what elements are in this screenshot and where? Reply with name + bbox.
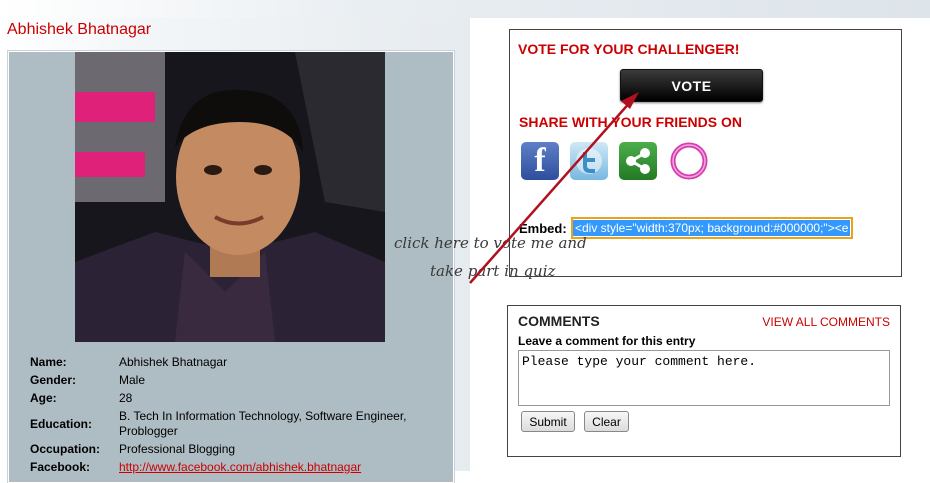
twitter-icon[interactable] [570, 142, 608, 180]
profile-details: Name: Abhishek Bhatnagar Gender: Male Ag… [30, 355, 430, 478]
comments-heading: COMMENTS [518, 313, 600, 329]
detail-label: Facebook: [30, 460, 91, 474]
facebook-icon[interactable]: f [521, 142, 559, 180]
view-all-comments-link[interactable]: VIEW ALL COMMENTS [762, 315, 890, 329]
detail-label: Education: [30, 416, 92, 431]
share-icon[interactable] [619, 142, 657, 180]
orkut-icon[interactable] [669, 141, 709, 181]
embed-code-text: <div style="width:370px; background:#000… [573, 220, 851, 236]
share-heading: SHARE WITH YOUR FRIENDS ON [519, 114, 742, 130]
detail-label: Name: [30, 355, 67, 369]
detail-value: B. Tech In Information Technology, Softw… [119, 409, 407, 438]
facebook-link[interactable]: http://www.facebook.com/abhishek.bhatnag… [119, 460, 361, 474]
detail-row-facebook: Facebook: http://www.facebook.com/abhish… [30, 460, 430, 475]
leave-comment-label: Leave a comment for this entry [518, 334, 696, 348]
clear-button[interactable]: Clear [584, 411, 629, 432]
vote-button[interactable]: VOTE [620, 69, 763, 102]
detail-row-occupation: Occupation: Professional Blogging [30, 442, 430, 457]
detail-row-name: Name: Abhishek Bhatnagar [30, 355, 430, 370]
comments-panel: COMMENTS VIEW ALL COMMENTS Leave a comme… [507, 305, 901, 457]
submit-button[interactable]: Submit [521, 411, 575, 432]
profile-title: Abhishek Bhatnagar [7, 21, 152, 38]
detail-label: Age: [30, 391, 57, 405]
annotation-line-2: take part in quiz [430, 262, 556, 280]
detail-label: Gender: [30, 373, 77, 387]
annotation-line-1: click here to vote me and [394, 234, 587, 252]
detail-value: http://www.facebook.com/abhishek.bhatnag… [119, 460, 361, 475]
detail-row-age: Age: 28 [30, 391, 430, 406]
detail-label: Occupation: [30, 442, 101, 456]
detail-value: Male [119, 373, 146, 387]
facebook-glyph: f [534, 142, 546, 179]
profile-photo [75, 52, 385, 342]
comment-textarea[interactable]: Please type your comment here. [518, 350, 890, 406]
detail-value: Professional Blogging [119, 442, 236, 456]
detail-row-gender: Gender: Male [30, 373, 430, 388]
embed-code-field[interactable]: <div style="width:370px; background:#000… [571, 217, 853, 239]
detail-value: Abhishek Bhatnagar [119, 355, 228, 369]
vote-heading: VOTE FOR YOUR CHALLENGER! [518, 41, 740, 57]
detail-value: 28 [119, 391, 133, 405]
detail-row-education: Education: B. Tech In Information Techno… [30, 409, 430, 439]
top-band [0, 0, 930, 18]
